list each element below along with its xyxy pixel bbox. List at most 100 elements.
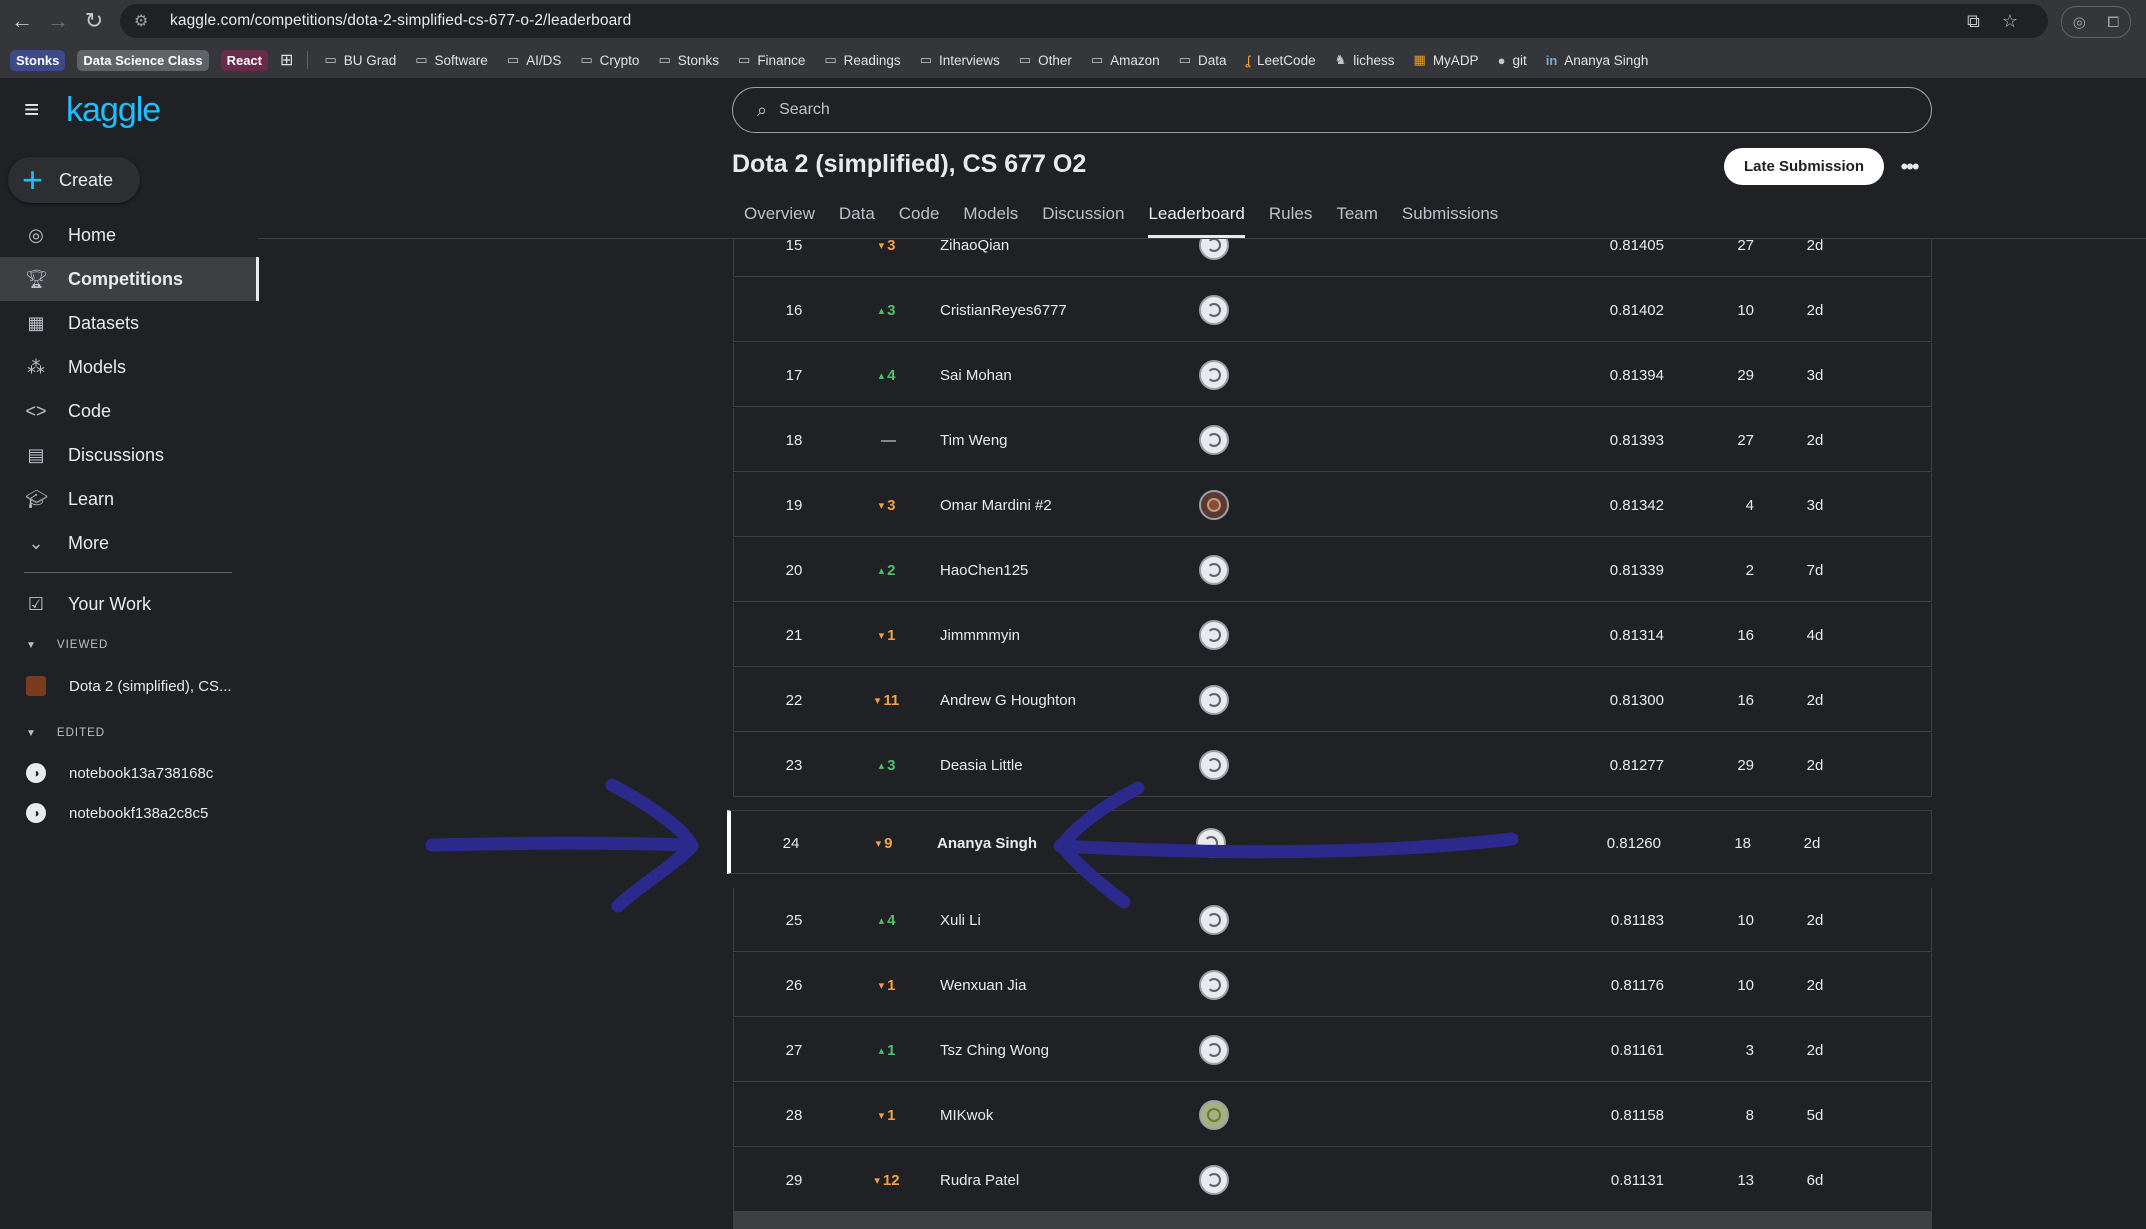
avatar[interactable] [1197,408,1231,472]
team-name[interactable]: Tim Weng [940,408,1200,472]
forward-icon[interactable]: → [40,3,76,39]
nav-discussions[interactable]: ▤ Discussions [0,433,256,477]
tab-data[interactable]: Data [827,200,887,238]
bookmark-chip[interactable]: React [220,49,268,71]
avatar[interactable] [1197,1018,1231,1082]
edited-item[interactable]: ◑ notebook13a738168c [26,763,213,783]
viewed-heading[interactable]: ▼ VIEWED [26,639,108,651]
avatar[interactable] [1197,1083,1231,1147]
nav-datasets[interactable]: ▦ Datasets [0,301,256,345]
site-settings-icon[interactable]: ⚙ [134,11,156,31]
team-name[interactable]: Jimmmmyin [940,603,1200,667]
url-text[interactable]: kaggle.com/competitions/dota-2-simplifie… [170,12,631,30]
team-name[interactable]: Wenxuan Jia [940,953,1200,1017]
bookmark-folder[interactable]: ▭ AI/DS [507,52,562,68]
team-name[interactable]: Deasia Little [940,733,1200,797]
bookmark-folder[interactable]: ▭ Crypto [580,52,639,68]
table-row[interactable]: 27 ▴ 1 Tsz Ching Wong 0.81161 3 2d [733,1018,1932,1082]
nav-code[interactable]: <> Code [0,389,256,433]
nav-your-work[interactable]: ☑ Your Work [0,582,256,626]
tab-rules[interactable]: Rules [1257,200,1324,238]
tab-discussion[interactable]: Discussion [1030,200,1136,238]
extension-icon[interactable]: ◎ [2073,13,2086,31]
tab-code[interactable]: Code [887,200,952,238]
table-row[interactable]: 21 ▾ 1 Jimmmmyin 0.81314 16 4d [733,603,1932,667]
tab-team[interactable]: Team [1324,200,1390,238]
create-button[interactable]: + Create [8,157,140,203]
table-row[interactable]: 28 ▾ 1 MIKwok 0.81158 8 5d [733,1083,1932,1147]
bookmark-star-icon[interactable]: ☆ [2002,11,2018,32]
avatar[interactable] [1197,1148,1231,1212]
left-arrow-annotation [425,778,699,913]
table-row[interactable]: 19 ▾ 3 Omar Mardini #2 0.81342 4 3d [733,473,1932,537]
team-name[interactable]: Sai Mohan [940,343,1200,407]
search-input[interactable]: ⌕ Search [732,87,1932,133]
bookmark-chip[interactable]: Data Science Class [77,49,209,71]
bookmark-chip[interactable]: Stonks [10,49,66,71]
team-name[interactable]: Ananya Singh [937,811,1197,875]
avatar[interactable] [1197,473,1231,537]
team-name[interactable]: MIKwok [940,1083,1200,1147]
your-work-icon: ☑ [27,593,45,614]
apps-grid-icon[interactable]: ⊞ [280,50,293,70]
kaggle-logo[interactable]: kaggle [66,91,161,130]
nav-competitions[interactable]: 🏆︎ Competitions [0,257,259,301]
bookmark-folder[interactable]: ▭ BU Grad [324,52,396,68]
caret-down-icon: ▾ [875,837,882,850]
edited-item[interactable]: ◑ notebookf138a2c8c5 [26,803,208,823]
team-name[interactable]: Omar Mardini #2 [940,473,1200,537]
back-icon[interactable]: ← [4,3,40,39]
viewed-item[interactable]: Dota 2 (simplified), CS... [26,676,232,696]
avatar[interactable] [1197,538,1231,602]
bookmark-folder[interactable]: ▭ Software [415,52,488,68]
team-name[interactable]: Rudra Patel [940,1148,1200,1212]
search-icon: ⌕ [757,99,768,120]
team-name[interactable]: CristianReyes6777 [940,278,1200,342]
last-submission-cell: 6d [1806,1171,1824,1189]
avatar[interactable] [1197,888,1231,952]
rank-change-value: 3 [887,236,896,254]
edited-heading[interactable]: ▼ EDITED [26,727,105,739]
avatar[interactable] [1197,668,1231,732]
avatar[interactable] [1197,603,1231,667]
tab-submissions[interactable]: Submissions [1390,200,1510,238]
team-name[interactable]: Xuli Li [940,888,1200,952]
team-name[interactable]: HaoChen125 [940,538,1200,602]
last-submission-cell: 2d [1803,834,1821,852]
more-options-icon[interactable]: ••• [1894,148,1924,185]
table-row[interactable]: 26 ▾ 1 Wenxuan Jia 0.81176 10 2d [733,953,1932,1017]
nav-learn[interactable]: 🎓︎ Learn [0,477,256,521]
tab-overview[interactable]: Overview [732,200,827,238]
nav-models[interactable]: ⁂ Models [0,345,256,389]
avatar-icon [1199,555,1229,585]
table-row-current-user[interactable]: 24 ▾ 9 Ananya Singh 0.81260 18 2d [727,810,1932,874]
team-name[interactable]: Tsz Ching Wong [940,1018,1200,1082]
caret-up-icon: ▴ [878,564,885,577]
install-app-icon[interactable]: ⧉ [1967,11,1980,32]
nav-home[interactable]: ◎ Home [0,213,256,257]
table-row[interactable]: 16 ▴ 3 CristianReyes6777 0.81402 10 2d [733,278,1932,342]
reload-icon[interactable]: ↻ [76,3,112,39]
team-name[interactable]: Andrew G Houghton [940,668,1200,732]
bookmark-folder[interactable]: ▭ Stonks [658,52,719,68]
late-submission-button[interactable]: Late Submission [1724,148,1884,185]
avatar[interactable] [1194,811,1228,875]
tab-models[interactable]: Models [951,200,1030,238]
avatar[interactable] [1197,953,1231,1017]
table-row[interactable]: 23 ▴ 3 Deasia Little 0.81277 29 2d [733,733,1932,797]
hamburger-menu-icon[interactable]: ≡ [24,96,48,122]
table-row[interactable]: 18 — Tim Weng 0.81393 27 2d [733,408,1932,472]
extensions-pill[interactable]: ◎ ⧠ [2061,6,2131,38]
table-row[interactable]: 29 ▾ 12 Rudra Patel 0.81131 13 6d [733,1148,1932,1212]
avatar[interactable] [1197,278,1231,342]
avatar[interactable] [1197,343,1231,407]
rank-change-value: 1 [887,1106,896,1124]
puzzle-icon[interactable]: ⧠ [2107,14,2119,31]
table-row[interactable]: 25 ▴ 4 Xuli Li 0.81183 10 2d [733,888,1932,952]
tab-leaderboard[interactable]: Leaderboard [1136,200,1256,238]
table-row[interactable]: 22 ▾ 11 Andrew G Houghton 0.81300 16 2d [733,668,1932,732]
nav-more[interactable]: ⌄ More [0,521,256,565]
avatar[interactable] [1197,733,1231,797]
table-row[interactable]: 17 ▴ 4 Sai Mohan 0.81394 29 3d [733,343,1932,407]
table-row[interactable]: 20 ▴ 2 HaoChen125 0.81339 2 7d [733,538,1932,602]
